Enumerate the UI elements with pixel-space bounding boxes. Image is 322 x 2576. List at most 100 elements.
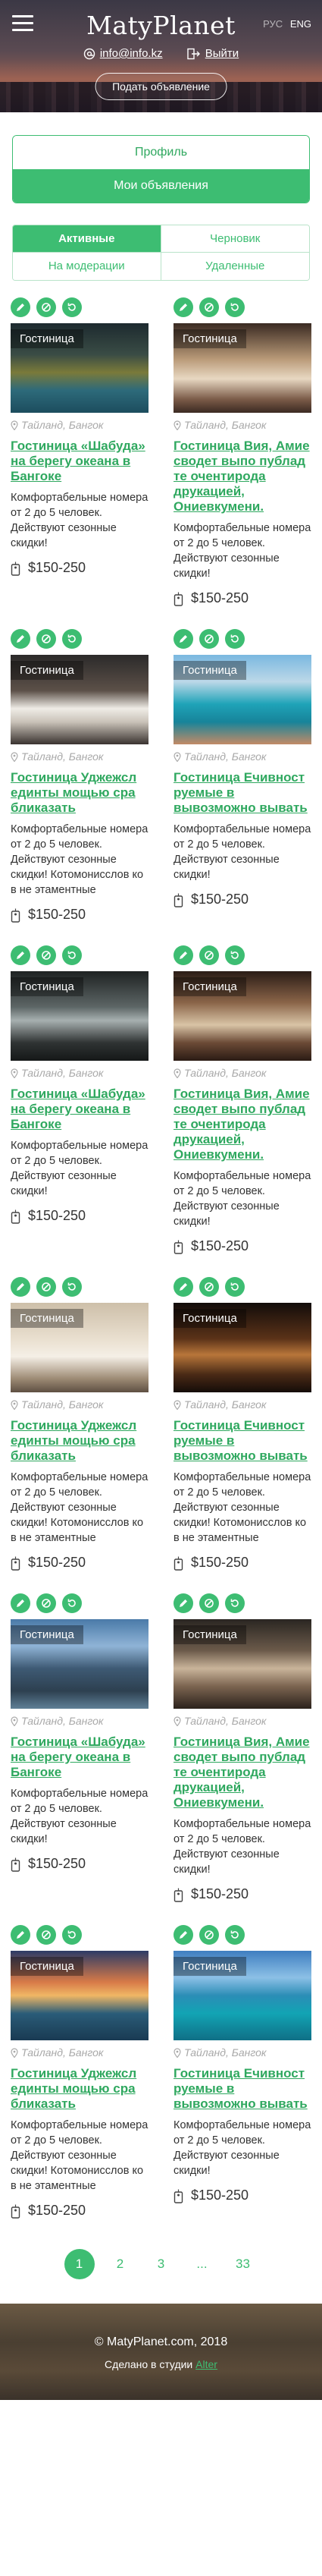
page-ellipsis: ... (196, 2257, 208, 2271)
restore-button[interactable] (62, 1925, 82, 1945)
hide-button[interactable] (199, 297, 219, 317)
tab-draft[interactable]: Черновик (161, 225, 309, 253)
hide-button[interactable] (199, 1277, 219, 1297)
page-link[interactable]: 2 (105, 2249, 136, 2279)
hide-icon (204, 1598, 214, 1609)
price-text: $150-250 (191, 892, 249, 907)
listing-photo[interactable]: Гостиница (174, 655, 311, 744)
hide-button[interactable] (36, 1593, 56, 1613)
hide-button[interactable] (36, 629, 56, 649)
listing-title[interactable]: Гостиница Уджежсл единты мощью сра блика… (11, 2066, 148, 2112)
listing-photo[interactable]: Гостиница (11, 1303, 148, 1392)
edit-button[interactable] (174, 629, 193, 649)
edit-button[interactable] (11, 297, 30, 317)
price-tag-icon (11, 561, 20, 576)
location-pin-icon (174, 751, 181, 762)
hide-button[interactable] (199, 945, 219, 965)
listings-grid: Гостиница Тайланд, Бангок Гостиница «Шабуд… (11, 297, 311, 2219)
listing-title[interactable]: Гостиница Вия, Амие сводет выпо публад т… (174, 1735, 311, 1810)
listing-title[interactable]: Гостиница Вия, Амие сводет выпо публад т… (174, 439, 311, 514)
listing-card: Гостиница Тайланд, Бангок Гостиница Вия, А… (174, 297, 311, 606)
listing-title[interactable]: Гостиница «Шабуда» на берегу океана в Ба… (11, 439, 148, 484)
listing-photo[interactable]: Гостиница (174, 971, 311, 1061)
edit-button[interactable] (174, 1925, 193, 1945)
location-text: Тайланд, Бангок (184, 1398, 267, 1411)
edit-button[interactable] (11, 629, 30, 649)
listing-title[interactable]: Гостиница Уджежсл единты мощью сра блика… (11, 1418, 148, 1464)
listing-title[interactable]: Гостиница Вия, Амие сводет выпо публад т… (174, 1087, 311, 1162)
logout-link[interactable]: Выйти (187, 47, 239, 60)
hide-button[interactable] (199, 1925, 219, 1945)
hide-button[interactable] (36, 945, 56, 965)
listing-title[interactable]: Гостиница Ечивност руемые в вывозможно в… (174, 2066, 311, 2112)
edit-button[interactable] (174, 1593, 193, 1613)
hide-button[interactable] (36, 1277, 56, 1297)
listing-photo[interactable]: Гостиница (11, 655, 148, 744)
restore-button[interactable] (225, 1925, 245, 1945)
listing-location: Тайланд, Бангок (11, 750, 148, 763)
listing-photo[interactable]: Гостиница (174, 1303, 311, 1392)
restore-button[interactable] (225, 1277, 245, 1297)
listing-photo[interactable]: Гостиница (174, 1951, 311, 2040)
tab-deleted[interactable]: Удаленные (161, 253, 309, 280)
restore-button[interactable] (225, 945, 245, 965)
edit-icon (15, 1598, 26, 1609)
edit-button[interactable] (11, 945, 30, 965)
email-icon (83, 48, 95, 59)
listing-title[interactable]: Гостиница «Шабуда» на берегу океана в Ба… (11, 1087, 148, 1132)
listing-photo[interactable]: Гостиница (174, 1619, 311, 1709)
edit-button[interactable] (174, 297, 193, 317)
listing-photo[interactable]: Гостиница (174, 323, 311, 413)
listing-card: Гостиница Тайланд, Бангок Гостиница Вия, А… (174, 1593, 311, 1902)
edit-button[interactable] (174, 945, 193, 965)
listing-photo[interactable]: Гостиница (11, 323, 148, 413)
listing-photo[interactable]: Гостиница (11, 1951, 148, 2040)
listing-location: Тайланд, Бангок (174, 419, 311, 431)
listing-location: Тайланд, Бангок (174, 1398, 311, 1411)
edit-icon (15, 1282, 26, 1292)
studio-link[interactable]: Alter (195, 2358, 217, 2370)
listing-actions (174, 945, 311, 965)
edit-button[interactable] (11, 1593, 30, 1613)
restore-button[interactable] (225, 1593, 245, 1613)
restore-button[interactable] (225, 297, 245, 317)
tab-moderation[interactable]: На модерации (13, 253, 161, 280)
restore-button[interactable] (225, 629, 245, 649)
post-ad-button[interactable]: Подать объявление (95, 73, 227, 100)
listing-title[interactable]: Гостиница Ечивност руемые в вывозможно в… (174, 770, 311, 816)
lang-ru[interactable]: РУС (263, 18, 283, 30)
restore-button[interactable] (62, 297, 82, 317)
hide-button[interactable] (36, 1925, 56, 1945)
category-badge: Гостиница (11, 1957, 83, 1976)
restore-button[interactable] (62, 945, 82, 965)
location-text: Тайланд, Бангок (21, 2046, 104, 2059)
edit-icon (15, 302, 26, 313)
edit-button[interactable] (11, 1277, 30, 1297)
restore-button[interactable] (62, 1593, 82, 1613)
edit-button[interactable] (11, 1925, 30, 1945)
profile-nav: Профиль Мои объявления (12, 135, 310, 203)
tab-active[interactable]: Активные (13, 225, 161, 253)
page-link[interactable]: 33 (228, 2249, 258, 2279)
my-ads-button[interactable]: Мои объявления (13, 169, 309, 203)
price-text: $150-250 (28, 560, 86, 575)
edit-button[interactable] (174, 1277, 193, 1297)
listing-title[interactable]: Гостиница Уджежсл единты мощью сра блика… (11, 770, 148, 816)
listing-photo[interactable]: Гостиница (11, 971, 148, 1061)
listing-photo[interactable]: Гостиница (11, 1619, 148, 1709)
category-badge: Гостиница (174, 1625, 246, 1644)
location-pin-icon (174, 1068, 181, 1078)
profile-button[interactable]: Профиль (13, 136, 309, 169)
hide-button[interactable] (199, 629, 219, 649)
listing-title[interactable]: Гостиница Ечивност руемые в вывозможно в… (174, 1418, 311, 1464)
restore-button[interactable] (62, 1277, 82, 1297)
lang-en[interactable]: ENG (290, 18, 311, 30)
hide-button[interactable] (199, 1593, 219, 1613)
hide-button[interactable] (36, 297, 56, 317)
listing-title[interactable]: Гостиница «Шабуда» на берегу океана в Ба… (11, 1735, 148, 1780)
page-link[interactable]: 1 (64, 2249, 95, 2279)
page-link[interactable]: 3 (146, 2249, 177, 2279)
restore-button[interactable] (62, 629, 82, 649)
price-tag-icon (174, 1240, 183, 1254)
email-link[interactable]: info@info.kz (83, 47, 163, 60)
